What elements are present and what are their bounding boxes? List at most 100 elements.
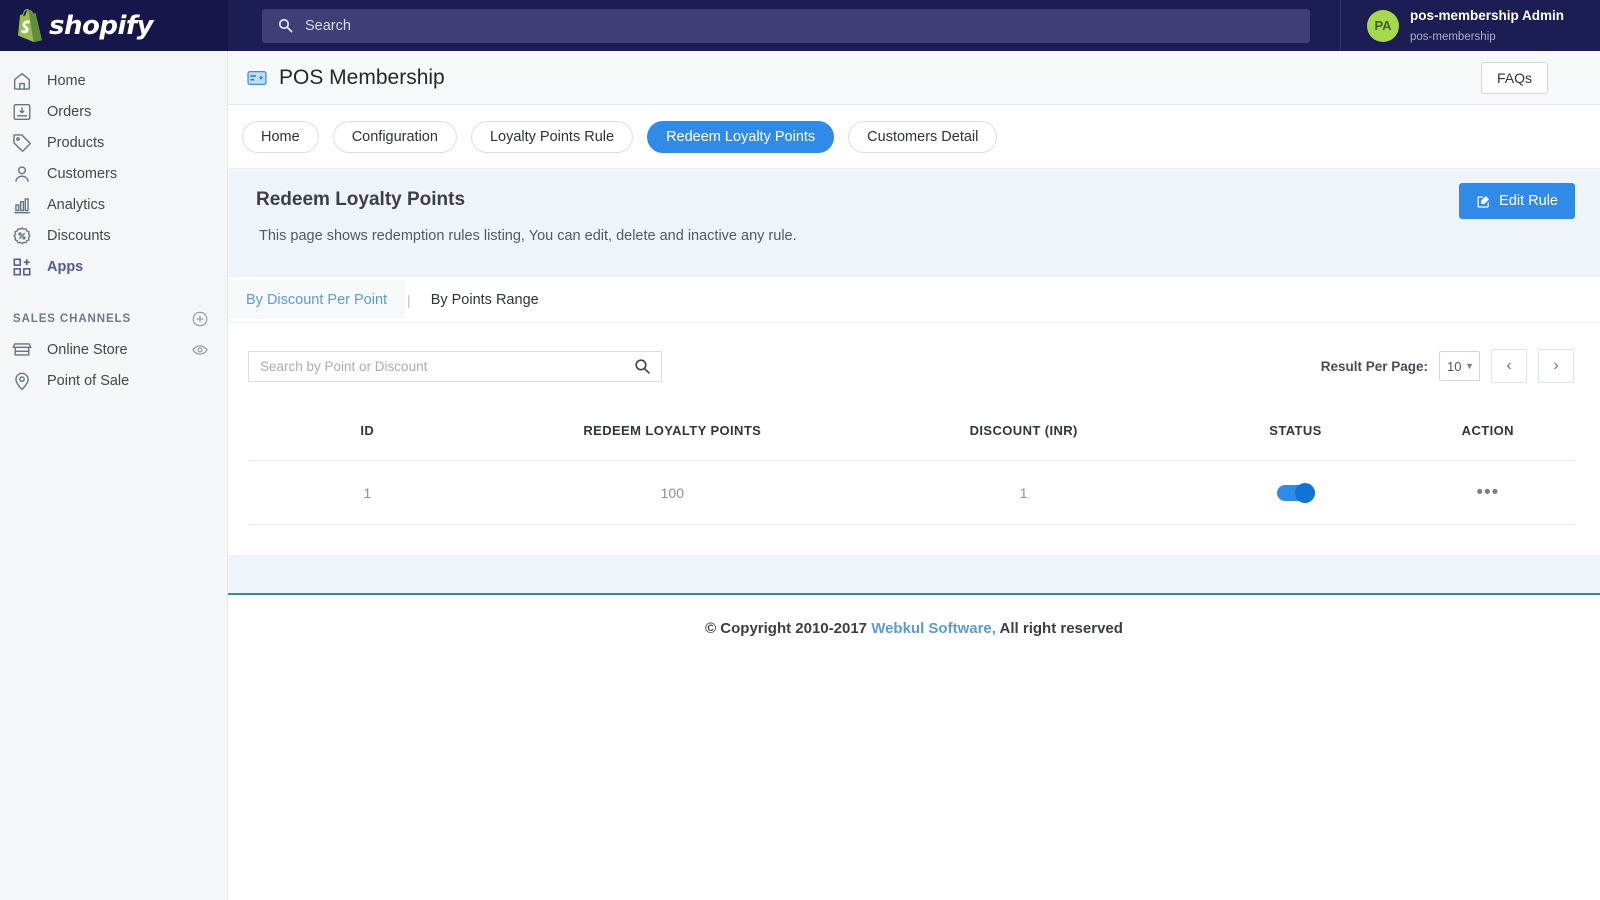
magnifier-icon[interactable] xyxy=(634,358,651,375)
sidebar-item-online-store[interactable]: Online Store xyxy=(0,334,227,365)
sidebar-item-apps[interactable]: Apps xyxy=(0,251,227,282)
section-banner: Redeem Loyalty Points This page shows re… xyxy=(228,169,1600,277)
sales-channels-header: SALES CHANNELS xyxy=(0,304,227,334)
sidebar-label: Discounts xyxy=(47,227,111,244)
result-per-page-select[interactable]: 10 ▼ xyxy=(1439,351,1480,381)
products-tag-icon xyxy=(11,132,33,154)
tab-loyalty-points-rule[interactable]: Loyalty Points Rule xyxy=(470,120,634,153)
cell-id: 1 xyxy=(248,460,487,525)
table-row: 1 100 1 ••• xyxy=(248,460,1574,525)
cell-action: ••• xyxy=(1401,460,1574,525)
tab-redeem-loyalty-points[interactable]: Redeem Loyalty Points xyxy=(647,120,835,153)
eye-icon[interactable] xyxy=(191,341,209,359)
subtab-by-points-range[interactable]: By Points Range xyxy=(413,280,557,319)
panel-bottom-strip xyxy=(228,555,1600,593)
shopify-logo[interactable]: shopify xyxy=(0,0,228,51)
status-toggle[interactable] xyxy=(1276,483,1315,504)
section-heading: Redeem Loyalty Points xyxy=(256,189,466,210)
webkul-software-link[interactable]: Webkul Software, xyxy=(871,620,996,637)
store-icon xyxy=(11,339,33,361)
sidebar-label: Point of Sale xyxy=(47,372,130,389)
footer-copyright: © Copyright 2010-2017 Webkul Software, A… xyxy=(705,620,1123,637)
customers-person-icon xyxy=(11,163,33,185)
membership-card-icon xyxy=(246,67,268,89)
footer: © Copyright 2010-2017 Webkul Software, A… xyxy=(228,595,1600,661)
apps-grid-icon xyxy=(11,256,33,278)
chevron-left-icon: ‹ xyxy=(1506,357,1512,374)
next-page-button[interactable]: › xyxy=(1538,349,1574,383)
section-description: This page shows redemption rules listing… xyxy=(259,228,797,244)
ellipsis-icon[interactable]: ••• xyxy=(1476,482,1499,503)
sidebar-item-analytics[interactable]: Analytics xyxy=(0,189,227,220)
analytics-bars-icon xyxy=(11,194,33,216)
sidebar-item-home[interactable]: Home xyxy=(0,65,227,96)
sidebar-item-products[interactable]: Products xyxy=(0,127,227,158)
shopify-wordmark: shopify xyxy=(49,10,154,41)
sidebar-label: Products xyxy=(47,134,105,151)
subtab-by-discount-per-point[interactable]: By Discount Per Point xyxy=(228,280,406,319)
sidebar-label: Online Store xyxy=(47,341,128,358)
table-header-row: ID REDEEM LOYALTY POINTS DISCOUNT (INR) … xyxy=(248,411,1574,461)
orders-icon xyxy=(11,101,33,123)
main-content: POS Membership FAQs Home Configuration L… xyxy=(228,51,1600,900)
footer-suffix: All right reserved xyxy=(995,619,1123,637)
location-pin-icon xyxy=(11,370,33,392)
user-handle: pos-membership xyxy=(1410,30,1496,43)
tab-customers-detail[interactable]: Customers Detail xyxy=(848,120,998,153)
app-header: POS Membership FAQs xyxy=(228,51,1600,105)
home-icon xyxy=(11,70,33,92)
sub-tab-bar: By Discount Per Point | By Points Range xyxy=(228,277,1600,323)
chevron-down-icon: ▼ xyxy=(1465,361,1474,371)
subtab-separator: | xyxy=(407,291,411,308)
cell-discount: 1 xyxy=(857,460,1190,525)
app-tabs: Home Configuration Loyalty Points Rule R… xyxy=(228,105,1600,169)
global-search-container: Search xyxy=(228,0,1340,51)
sidebar-label: Customers xyxy=(47,165,118,182)
edit-square-icon xyxy=(1476,194,1491,209)
discounts-percent-icon xyxy=(11,225,33,247)
plus-circle-icon[interactable] xyxy=(191,310,209,328)
result-per-page-label: Result Per Page: xyxy=(1320,358,1428,374)
sidebar-item-point-of-sale[interactable]: Point of Sale xyxy=(0,365,227,396)
global-search-placeholder: Search xyxy=(305,17,351,34)
global-search-box[interactable]: Search xyxy=(262,8,1310,43)
column-header-redeem-loyalty-points: REDEEM LOYALTY POINTS xyxy=(486,411,858,461)
column-header-id: ID xyxy=(248,411,487,461)
sidebar-item-discounts[interactable]: Discounts xyxy=(0,220,227,251)
edit-rule-label: Edit Rule xyxy=(1499,193,1558,209)
tab-home[interactable]: Home xyxy=(242,120,319,153)
user-info: pos-membership Admin pos-membership xyxy=(1410,6,1564,46)
footer-prefix: © Copyright 2010-2017 xyxy=(705,619,872,637)
sidebar: Home Orders Products Customers Analytics… xyxy=(0,51,228,900)
page-title: POS Membership xyxy=(279,65,445,89)
table-toolbar: Result Per Page: 10 ▼ ‹ › xyxy=(228,323,1600,383)
search-icon xyxy=(278,18,293,33)
sidebar-label: Orders xyxy=(47,103,92,120)
sidebar-label: Analytics xyxy=(47,196,106,213)
chevron-right-icon: › xyxy=(1553,357,1559,374)
result-per-page-value: 10 xyxy=(1447,358,1462,374)
sidebar-label: Apps xyxy=(47,258,84,275)
column-header-action: ACTION xyxy=(1401,411,1574,461)
sidebar-item-orders[interactable]: Orders xyxy=(0,96,227,127)
cell-status xyxy=(1189,460,1402,525)
user-name: pos-membership Admin xyxy=(1410,7,1565,23)
sidebar-label: Home xyxy=(47,72,86,89)
column-header-discount: DISCOUNT (INR) xyxy=(857,411,1190,461)
column-header-status: STATUS xyxy=(1189,411,1402,461)
table-search-field[interactable] xyxy=(248,350,662,382)
shopify-bag-icon xyxy=(14,9,44,42)
faqs-button[interactable]: FAQs xyxy=(1480,61,1548,94)
tab-configuration[interactable]: Configuration xyxy=(332,120,457,153)
edit-rule-button[interactable]: Edit Rule xyxy=(1459,183,1575,219)
avatar: PA xyxy=(1367,9,1399,42)
top-navigation-bar: shopify Search PA pos-membership Admin p… xyxy=(0,0,1600,51)
cell-points: 100 xyxy=(486,460,858,525)
prev-page-button[interactable]: ‹ xyxy=(1491,349,1527,383)
sales-channels-title: SALES CHANNELS xyxy=(13,313,132,325)
pagination-controls: Result Per Page: 10 ▼ ‹ › xyxy=(1321,349,1574,383)
sidebar-item-customers[interactable]: Customers xyxy=(0,158,227,189)
user-menu[interactable]: PA pos-membership Admin pos-membership xyxy=(1340,0,1600,51)
redeem-rules-table: ID REDEEM LOYALTY POINTS DISCOUNT (INR) … xyxy=(248,411,1574,525)
search-input[interactable] xyxy=(260,358,634,374)
